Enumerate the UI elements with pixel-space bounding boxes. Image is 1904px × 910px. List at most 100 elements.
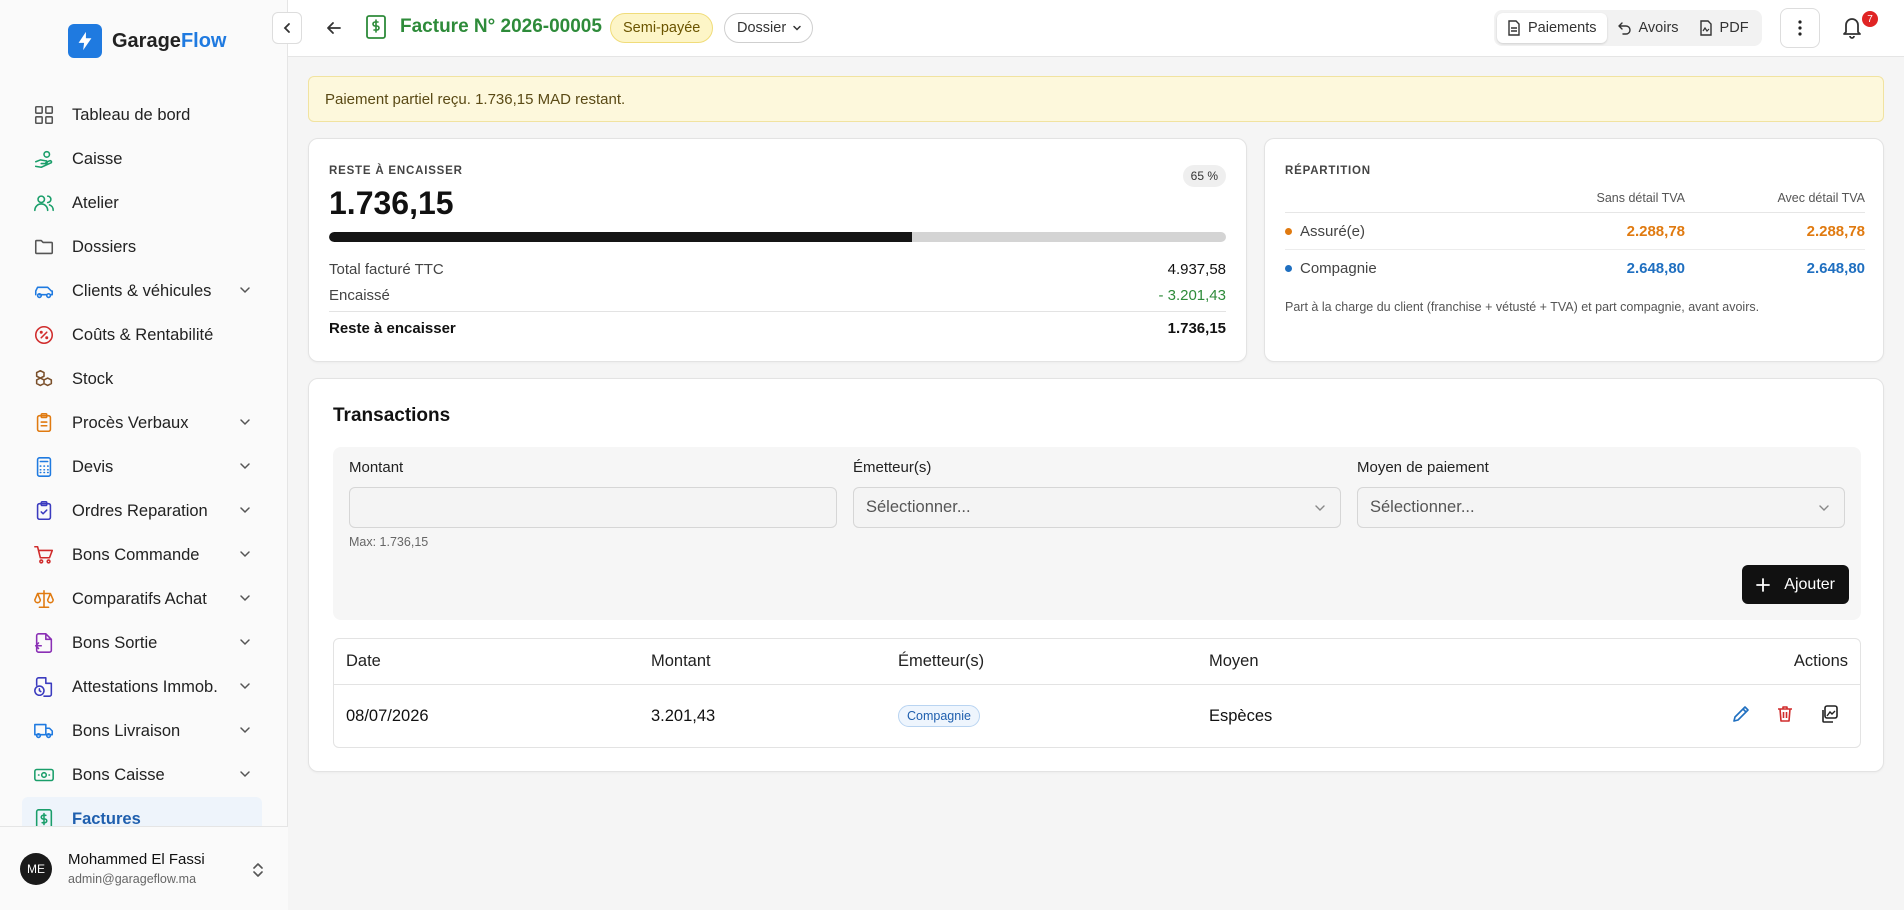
partial-payment-alert: Paiement partiel reçu. 1.736,15 MAD rest… — [308, 76, 1884, 122]
issuer-chip: Compagnie — [898, 705, 980, 727]
duplicate-button[interactable] — [1818, 703, 1840, 725]
row-amount: 3.201,43 — [651, 706, 716, 725]
calculator-icon — [32, 455, 56, 479]
sidebar-item-ordres-reparation[interactable]: Ordres Reparation — [22, 489, 262, 533]
sidebar-item-stock[interactable]: Stock — [22, 357, 262, 401]
remaining-amount: 1.736,15 — [329, 185, 454, 221]
status-badge: Semi-payée — [610, 13, 714, 43]
cash-hand-icon — [32, 147, 56, 171]
balance-card: RESTE À ENCAISSER 65 % 1.736,15 Total fa… — [308, 138, 1247, 362]
sidebar-item-tableau-de-bord[interactable]: Tableau de bord — [22, 93, 262, 137]
sidebar-item-label: Bons Commande — [72, 545, 200, 564]
remaining-row: Reste à encaisser 1.736,15 — [329, 311, 1226, 337]
undo-icon — [1617, 22, 1631, 35]
repartition-card: RÉPARTITION Sans détail TVA Avec détail … — [1264, 138, 1884, 362]
payment-progress-bar — [329, 232, 1226, 242]
collapse-sidebar-button[interactable] — [272, 12, 302, 44]
amount-label: Montant — [349, 459, 404, 476]
chevron-down-icon — [238, 415, 254, 431]
sidebar-item-label: Attestations Immob. — [72, 677, 218, 696]
sidebar-item-factures[interactable]: Factures — [22, 797, 262, 829]
brand-name: GarageFlow — [112, 29, 227, 52]
sidebar-item-devis[interactable]: Devis — [22, 445, 262, 489]
total-value: 4.937,58 — [1167, 261, 1226, 278]
repartition-row: Compagnie 2.648,80 2.648,80 — [1285, 250, 1865, 287]
sidebar-item-bons-commande[interactable]: Bons Commande — [22, 533, 262, 577]
legend-dot — [1285, 265, 1292, 272]
add-payment-button[interactable]: Ajouter — [1742, 565, 1849, 604]
amount-input[interactable] — [349, 487, 837, 528]
dossier-label: Dossier — [737, 20, 787, 36]
clipboard-check-icon — [32, 499, 56, 523]
sidebar-item-label: Caisse — [72, 149, 123, 168]
amount-hint: Max: 1.736,15 — [349, 535, 429, 549]
truck-icon — [32, 719, 56, 743]
trash-icon — [1778, 706, 1792, 722]
col-method: Moyen — [1209, 652, 1259, 670]
repartition-row: Assuré(e) 2.288,78 2.288,78 — [1285, 213, 1865, 250]
paid-row: Encaissé - 3.201,43 — [329, 287, 1226, 304]
sidebar-item-clients-v-hicules[interactable]: Clients & véhicules — [22, 269, 262, 313]
pdf-icon — [1699, 20, 1712, 36]
sidebar-item-co-ts-rentabilit[interactable]: Coûts & Rentabilité — [22, 313, 262, 357]
sidebar-item-comparatifs-achat[interactable]: Comparatifs Achat — [22, 577, 262, 621]
value-sans-tva: 2.288,78 — [1626, 222, 1685, 240]
sidebar-item-label: Coûts & Rentabilité — [72, 325, 214, 344]
back-arrow-icon[interactable] — [324, 18, 344, 38]
sidebar-item-proc-s-verbaux[interactable]: Procès Verbaux — [22, 401, 262, 445]
chevron-down-icon — [238, 635, 254, 651]
payment-form: Montant Max: 1.736,15 Émetteur(s) Sélect… — [333, 447, 1861, 620]
bell-icon[interactable] — [1840, 14, 1864, 40]
tab-label: PDF — [1719, 20, 1749, 36]
tab-avoirs[interactable]: Avoirs — [1607, 13, 1689, 43]
col-avec-tva: Avec détail TVA — [1777, 191, 1865, 205]
legend-dot — [1285, 227, 1292, 235]
sidebar-item-dossiers[interactable]: Dossiers — [22, 225, 262, 269]
sidebar-item-atelier[interactable]: Atelier — [22, 181, 262, 225]
balance-eyebrow: RESTE À ENCAISSER — [329, 165, 463, 177]
add-label: Ajouter — [1784, 575, 1835, 593]
logo[interactable]: GarageFlow — [68, 24, 226, 58]
issuer-label: Émetteur(s) — [853, 459, 932, 476]
sidebar-item-bons-caisse[interactable]: Bons Caisse — [22, 753, 262, 797]
sidebar-item-label: Clients & véhicules — [72, 281, 212, 300]
logo-icon — [68, 24, 102, 58]
chevron-down-icon — [1315, 505, 1325, 511]
col-amount: Montant — [651, 652, 711, 670]
issuer-select[interactable]: Sélectionner... — [853, 487, 1341, 528]
copy-image-icon — [1822, 705, 1838, 723]
sidebar-item-label: Ordres Reparation — [72, 501, 208, 520]
remaining-value: 1.736,15 — [1167, 320, 1226, 337]
sidebar-item-attestations-immob[interactable]: Attestations Immob. — [22, 665, 262, 709]
table-header: Date Montant Émetteur(s) Moyen Actions — [334, 639, 1860, 685]
user-menu[interactable]: ME Mohammed El Fassi admin@garageflow.ma — [0, 826, 288, 910]
pencil-icon — [1733, 706, 1749, 722]
col-sans-tva: Sans détail TVA — [1596, 191, 1685, 205]
chevron-left-icon — [283, 23, 290, 33]
dossier-dropdown[interactable]: Dossier — [724, 13, 814, 43]
sidebar-item-bons-livraison[interactable]: Bons Livraison — [22, 709, 262, 753]
sidebar-item-bons-sortie[interactable]: Bons Sortie — [22, 621, 262, 665]
delete-button[interactable] — [1774, 703, 1796, 725]
chevron-down-icon — [1819, 505, 1829, 511]
sidebar-item-caisse[interactable]: Caisse — [22, 137, 262, 181]
sidebar-item-label: Procès Verbaux — [72, 413, 189, 432]
repartition-party: Assuré(e) — [1285, 223, 1545, 240]
top-header: Facture N° 2026-00005 Semi-payée Dossier… — [272, 0, 1904, 57]
edit-button[interactable] — [1730, 703, 1752, 725]
sidebar-item-label: Atelier — [72, 193, 119, 212]
file-icon — [1508, 20, 1520, 36]
users-icon — [32, 191, 56, 215]
page-title: Facture N° 2026-00005 — [400, 16, 602, 37]
row-date: 08/07/2026 — [346, 706, 429, 725]
notification-count: 7 — [1862, 11, 1878, 27]
row-method: Espèces — [1209, 706, 1273, 725]
tab-label: Paiements — [1528, 20, 1597, 36]
tab-pdf[interactable]: PDF — [1689, 13, 1759, 43]
chevron-down-icon — [238, 591, 254, 607]
more-options-button[interactable] — [1780, 8, 1820, 48]
car-icon — [32, 279, 56, 303]
method-select[interactable]: Sélectionner... — [1357, 487, 1845, 528]
tab-paiements[interactable]: Paiements — [1497, 13, 1607, 43]
total-label: Total facturé TTC — [329, 261, 444, 278]
